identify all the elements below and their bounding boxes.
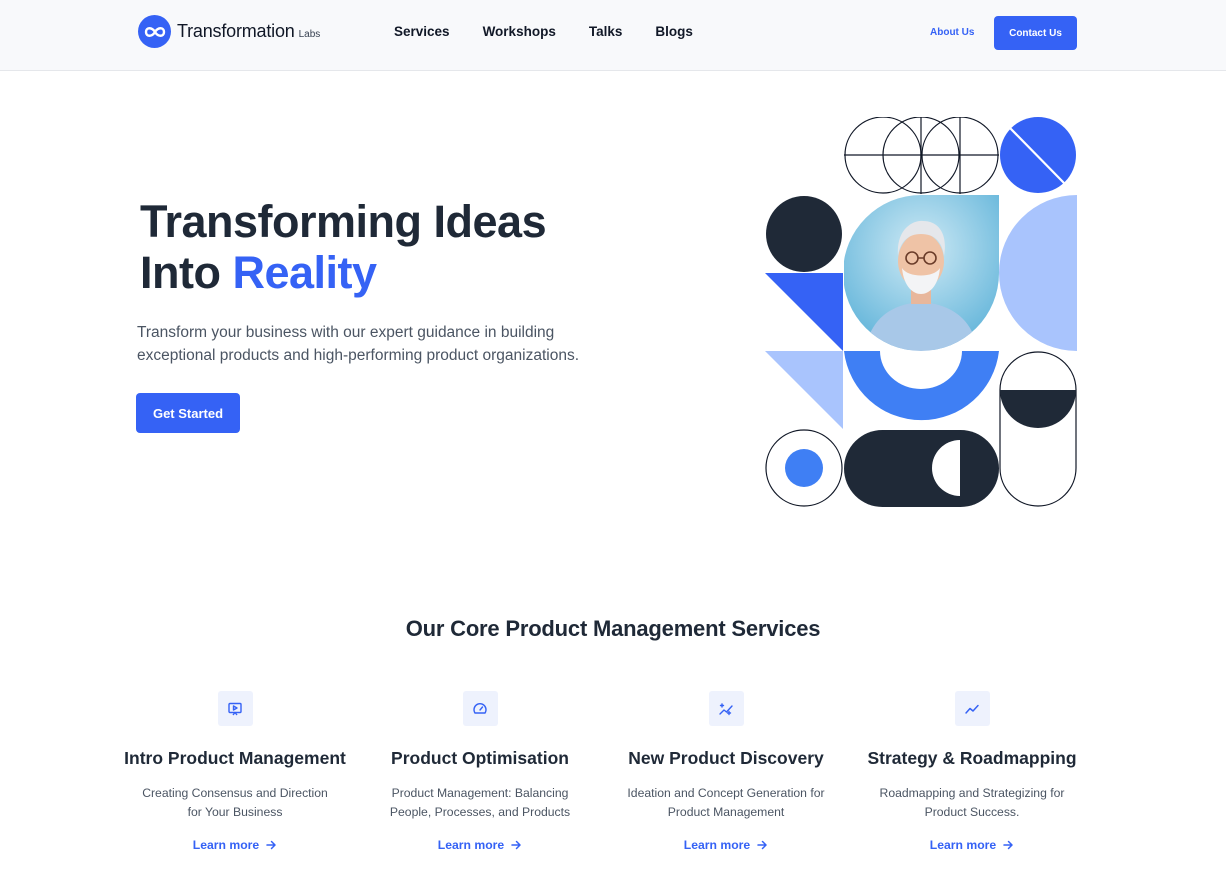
- arrow-right-icon: [266, 840, 276, 850]
- arrow-right-icon: [757, 840, 767, 850]
- dark-pill-shape: [844, 430, 999, 507]
- logo-name: Transformation: [177, 21, 295, 41]
- learn-more-link[interactable]: Learn more: [930, 838, 1014, 852]
- hero-title: Transforming Ideas Into Reality: [140, 196, 547, 298]
- nav-workshops[interactable]: Workshops: [483, 24, 556, 39]
- card-title: Intro Product Management: [124, 748, 346, 768]
- presentation-play-icon: [217, 691, 253, 726]
- card-title: Strategy & Roadmapping: [867, 748, 1077, 768]
- light-blue-triangle-shape: [765, 351, 843, 429]
- card-title: New Product Discovery: [628, 748, 824, 768]
- arrow-right-icon: [511, 840, 521, 850]
- about-us-link[interactable]: About Us: [930, 27, 974, 38]
- service-card: New Product Discovery Ideation and Conce…: [611, 691, 841, 854]
- services-title: Our Core Product Management Services: [405, 616, 821, 641]
- nav-services[interactable]: Services: [394, 24, 450, 39]
- service-card: Product Optimisation Product Management:…: [365, 691, 595, 854]
- blue-triangle-shape: [765, 273, 843, 351]
- hero-geometric-illustration: [765, 117, 1077, 507]
- gauge-icon: [462, 691, 498, 726]
- portrait-photo: [844, 195, 999, 351]
- hero-title-line1: Transforming Ideas: [140, 196, 547, 247]
- learn-more-link[interactable]: Learn more: [684, 838, 768, 852]
- arrow-right-icon: [1003, 840, 1013, 850]
- hero-subtitle: Transform your business with our expert …: [137, 324, 580, 364]
- service-card: Strategy & Roadmapping Roadmapping and S…: [857, 691, 1087, 854]
- logo-sub: Labs: [298, 29, 321, 40]
- infinity-logo-icon: [138, 15, 171, 48]
- blue-u-shape: [844, 351, 999, 421]
- card-description: Roadmapping and Strategizing for Product…: [879, 786, 1065, 819]
- sparkles-icon: [708, 691, 744, 726]
- card-description: Creating Consensus and Direction for You…: [142, 786, 328, 819]
- learn-more-label: Learn more: [683, 838, 751, 852]
- logo[interactable]: Transformation Labs: [138, 15, 320, 48]
- card-description: Ideation and Concept Generation for Prod…: [627, 786, 825, 819]
- card-description: Product Management: Balancing People, Pr…: [389, 786, 571, 819]
- dark-half-circle-shape: [1000, 390, 1076, 428]
- get-started-button[interactable]: Get Started: [136, 393, 240, 433]
- site-header: Transformation Labs Services Workshops T…: [0, 0, 1226, 71]
- dark-circle-shape: [766, 196, 842, 272]
- learn-more-label: Learn more: [437, 838, 505, 852]
- trending-up-icon: [954, 691, 990, 726]
- contact-us-button[interactable]: Contact Us: [994, 16, 1077, 50]
- nav-talks[interactable]: Talks: [589, 24, 623, 39]
- hero-title-accent: Reality: [232, 247, 377, 298]
- outlined-pill-shape: [999, 351, 1077, 507]
- learn-more-label: Learn more: [929, 838, 997, 852]
- target-dot-shape: [785, 449, 823, 487]
- nav-blogs[interactable]: Blogs: [655, 24, 693, 39]
- card-title: Product Optimisation: [391, 748, 569, 768]
- hero-title-into: Into: [140, 247, 221, 298]
- main-nav: Services Workshops Talks Blogs: [394, 24, 693, 39]
- learn-more-label: Learn more: [192, 838, 260, 852]
- service-card: Intro Product Management Creating Consen…: [120, 691, 350, 854]
- light-blue-half-circle-shape: [999, 195, 1077, 351]
- learn-more-link[interactable]: Learn more: [193, 838, 277, 852]
- learn-more-link[interactable]: Learn more: [438, 838, 522, 852]
